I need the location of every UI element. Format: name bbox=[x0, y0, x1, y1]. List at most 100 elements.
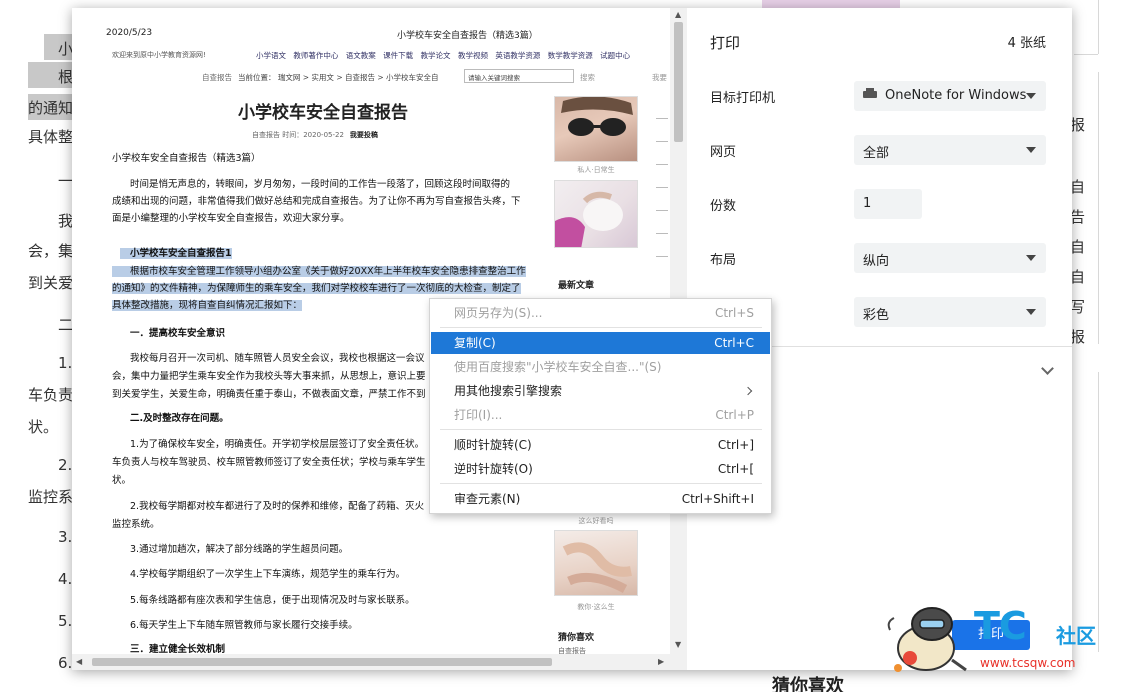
menu-item-other-search[interactable]: 用其他搜索引擎搜索 bbox=[431, 380, 770, 402]
chevron-down-icon bbox=[1026, 309, 1036, 315]
preview-paragraph: 5.每条线路都有座次表和学生信息，便于出现情况及时与家长联系。 bbox=[130, 595, 415, 606]
menu-item-rotate-clockwise[interactable]: 顺时针旋转(C) Ctrl+] bbox=[431, 434, 770, 456]
layout-label: 布局 bbox=[710, 253, 737, 268]
bg-text: 6. bbox=[58, 654, 73, 672]
context-menu: 网页另存为(S)... Ctrl+S 复制(C) Ctrl+C 使用百度搜索"小学校… bbox=[429, 298, 772, 514]
bg-text: 报 bbox=[1070, 328, 1086, 346]
preview-selected-heading: 小学校车安全自查报告1 bbox=[120, 246, 232, 261]
copies-input[interactable]: 1 bbox=[854, 189, 922, 219]
watermark-brand: TC bbox=[974, 604, 1027, 648]
preview-vertical-scroll-thumb[interactable] bbox=[674, 22, 683, 142]
pages-label: 网页 bbox=[710, 145, 737, 160]
preview-paragraph: 4.学校每学期组织了一次学生上下车演练，规范学生的乘车行为。 bbox=[130, 569, 406, 580]
menu-item-copy[interactable]: 复制(C) Ctrl+C bbox=[431, 332, 770, 354]
preview-thumbnail-caption: 私人·日常生 bbox=[577, 166, 615, 174]
preview-paragraph: 6.每天学生上下车随车照管教师与家长履行交接手续。 bbox=[130, 620, 358, 631]
destination-value: OneNote for Windows bbox=[885, 88, 1027, 103]
bg-text: 3. bbox=[58, 528, 73, 546]
preview-search-button: 搜索 bbox=[580, 73, 595, 82]
preview-nav-item: 教学视频 bbox=[457, 51, 488, 60]
preview-nav: 小学语文 教师著作中心 语文教案 课件下载 教学论文 教学视频 英语教学资源 数… bbox=[256, 50, 635, 61]
preview-welcome: 欢迎来到原中小学教育资源网! bbox=[112, 51, 206, 59]
preview-sidebar-rules bbox=[656, 118, 668, 279]
preview-nav-item: 试题中心 bbox=[600, 51, 631, 60]
preview-sidebar-heading: 最新文章 bbox=[558, 281, 595, 291]
watermark-brand-suffix: 社区 bbox=[1056, 624, 1096, 648]
color-value: 彩色 bbox=[863, 308, 890, 323]
preview-search-input: 请输入关键词搜索 bbox=[464, 69, 574, 83]
menu-separator bbox=[440, 429, 762, 430]
copies-label: 份数 bbox=[710, 199, 737, 214]
preview-nav-item: 教学论文 bbox=[420, 51, 451, 60]
preview-nav-item: 语文教案 bbox=[345, 51, 376, 60]
bg-text: 会，集 bbox=[28, 242, 74, 260]
pages-value: 全部 bbox=[863, 146, 890, 161]
chevron-down-icon bbox=[1026, 147, 1036, 153]
preview-nav-item: 课件下载 bbox=[383, 51, 414, 60]
preview-sidebar-heading: 猜你喜欢 bbox=[558, 633, 595, 643]
preview-nav-item: 教师著作中心 bbox=[293, 51, 339, 60]
menu-separator bbox=[440, 327, 762, 328]
bg-text: 具体整 bbox=[28, 128, 74, 146]
watermark-url: www.tcsqw.com bbox=[980, 656, 1076, 670]
preview-subtitle: 小学校车安全自查报告（精选3篇） bbox=[112, 153, 261, 164]
preview-horizontal-scrollbar[interactable]: ◀ ▶ bbox=[72, 654, 687, 670]
bg-text: 监控系 bbox=[28, 488, 74, 506]
destination-select[interactable]: OneNote for Windows bbox=[854, 81, 1046, 111]
scroll-left-icon[interactable]: ◀ bbox=[76, 657, 82, 666]
preview-article-title: 小学校车安全自查报告 bbox=[238, 103, 408, 123]
bg-text: 1. bbox=[58, 354, 73, 372]
destination-label: 目标打印机 bbox=[710, 91, 776, 106]
preview-thumbnail-caption: 这么好看吗 bbox=[578, 517, 614, 525]
scroll-down-icon[interactable]: ▼ bbox=[675, 640, 681, 649]
bg-text: 自 bbox=[1070, 238, 1086, 256]
menu-item-inspect[interactable]: 审查元素(N) Ctrl+Shift+I bbox=[431, 488, 770, 510]
preview-paragraph: 3.通过增加趟次，解决了部分线路的学生超员问题。 bbox=[130, 544, 349, 555]
preview-ask-link: 我要 bbox=[652, 73, 667, 82]
bg-text: 自 bbox=[1070, 178, 1086, 196]
preview-nav-item: 数学教学资源 bbox=[547, 51, 593, 60]
scroll-up-icon[interactable]: ▲ bbox=[675, 10, 681, 19]
bg-text: 2. bbox=[58, 456, 73, 474]
preview-paragraph: 监控系统。 bbox=[112, 519, 160, 530]
bg-text: 自 bbox=[1070, 268, 1086, 286]
chevron-down-icon bbox=[1026, 93, 1036, 99]
mascot-logo bbox=[882, 600, 970, 676]
bg-text: 的通知 bbox=[28, 94, 74, 120]
menu-item-save-as[interactable]: 网页另存为(S)... Ctrl+S bbox=[431, 302, 770, 324]
bg-text: 告 bbox=[1070, 208, 1086, 226]
preview-date: 2020/5/23 bbox=[106, 28, 153, 38]
preview-nav-item: 小学语文 bbox=[256, 51, 286, 60]
preview-section-heading: 三．建立健全长效机制 bbox=[130, 644, 226, 654]
preview-category: 自查报告 bbox=[202, 73, 232, 82]
preview-thumbnail-image bbox=[554, 96, 638, 162]
preview-breadcrumb: 当前位置： 瑞文网 > 实用文 > 自查报告 > 小学校车安全自 bbox=[238, 73, 439, 82]
color-select[interactable]: 彩色 bbox=[854, 297, 1046, 327]
menu-item-rotate-counterclockwise[interactable]: 逆时针旋转(O) Ctrl+[ bbox=[431, 458, 770, 480]
bg-text: 写 bbox=[1070, 298, 1086, 316]
preview-paragraph: 面是小编整理的小学校车安全自查报告，欢迎大家分享。 bbox=[112, 213, 350, 224]
chevron-down-icon bbox=[1026, 255, 1036, 261]
bg-text: 到关爱 bbox=[28, 274, 74, 292]
printer-icon bbox=[863, 88, 877, 100]
bg-text: 我 bbox=[58, 212, 74, 230]
bg-text: 状。 bbox=[28, 418, 59, 436]
bg-text: 5. bbox=[58, 612, 73, 630]
menu-item-baidu-search[interactable]: 使用百度搜索"小学校车安全自查..."(S) bbox=[431, 356, 770, 378]
bg-text: 二 bbox=[58, 316, 74, 334]
pages-select[interactable]: 全部 bbox=[854, 135, 1046, 165]
sheet-count: 4 张纸 bbox=[1007, 36, 1046, 51]
preview-nav-item: 英语教学资源 bbox=[495, 51, 541, 60]
preview-selected-text: 根据市校车安全管理工作领导小组办公室《关于做好20XX年上半年校车安全隐患排查整… bbox=[112, 264, 526, 279]
bg-text: 4. bbox=[58, 570, 73, 588]
layout-select[interactable]: 纵向 bbox=[854, 243, 1046, 273]
preview-selected-text: 的通知》的文件精神，为保障师生的乘车安全，我们对学校校车进行了一次彻底的大检查，… bbox=[112, 283, 521, 294]
print-title: 打印 bbox=[710, 34, 741, 52]
preview-paragraph: 成绩和出现的问题，非常值得我们做好总结和完成自查报告。为了让你不再为写自查报告头… bbox=[112, 196, 521, 207]
bg-text: 一 bbox=[58, 172, 74, 190]
more-settings-chevron-icon[interactable] bbox=[1041, 362, 1054, 375]
preview-horizontal-scroll-thumb[interactable] bbox=[92, 658, 552, 666]
menu-item-print[interactable]: 打印(I)... Ctrl+P bbox=[431, 404, 770, 426]
bg-recommend-heading: 猜你喜欢 bbox=[772, 676, 844, 692]
scroll-right-icon[interactable]: ▶ bbox=[658, 657, 664, 666]
